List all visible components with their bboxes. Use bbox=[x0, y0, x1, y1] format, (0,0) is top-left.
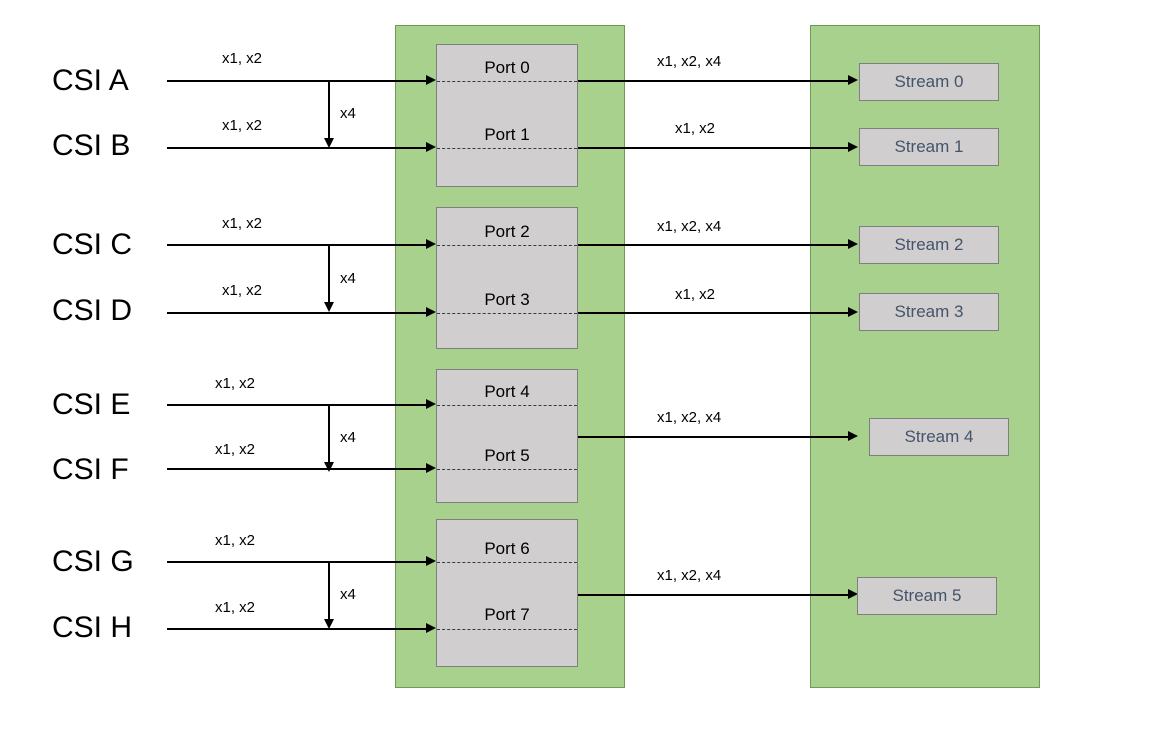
combine-label-1: x4 bbox=[340, 105, 356, 122]
input-arrowhead-a bbox=[426, 75, 436, 85]
port-divider-0 bbox=[437, 81, 577, 82]
csi-label-e: CSI E bbox=[52, 388, 131, 421]
output-arrowhead-3 bbox=[848, 307, 858, 317]
stream-box-1[interactable]: Stream 1 bbox=[859, 128, 999, 166]
input-line-d bbox=[167, 312, 429, 314]
port-group-0[interactable]: Port 0 Port 1 bbox=[436, 44, 578, 187]
input-line-a bbox=[167, 80, 429, 82]
combine-arrowhead-2 bbox=[324, 302, 334, 312]
output-lane-label-3: x1, x2 bbox=[675, 286, 716, 303]
combine-label-2: x4 bbox=[340, 270, 356, 287]
output-arrowhead-2 bbox=[848, 239, 858, 249]
output-line-4 bbox=[578, 436, 850, 438]
csi-label-h: CSI H bbox=[52, 611, 133, 644]
input-line-g bbox=[167, 561, 429, 563]
combine-arrowhead-3 bbox=[324, 462, 334, 472]
input-arrowhead-e bbox=[426, 399, 436, 409]
input-line-c bbox=[167, 244, 429, 246]
csi-label-d: CSI D bbox=[52, 294, 133, 327]
output-line-5 bbox=[578, 594, 850, 596]
input-lane-label-c: x1, x2 bbox=[222, 215, 263, 232]
csi-label-b: CSI B bbox=[52, 129, 131, 162]
stream-box-0[interactable]: Stream 0 bbox=[859, 63, 999, 101]
port-divider-2 bbox=[437, 245, 577, 246]
input-lane-label-d: x1, x2 bbox=[222, 282, 263, 299]
input-arrowhead-f bbox=[426, 463, 436, 473]
combine-arrowhead-4 bbox=[324, 619, 334, 629]
input-arrowhead-b bbox=[426, 142, 436, 152]
combine-line-3 bbox=[328, 404, 330, 462]
output-lane-label-1: x1, x2 bbox=[675, 120, 716, 137]
input-arrowhead-g bbox=[426, 556, 436, 566]
input-arrowhead-d bbox=[426, 307, 436, 317]
port-divider-7 bbox=[437, 629, 577, 630]
csi-label-c: CSI C bbox=[52, 228, 133, 261]
port-label-2: Port 2 bbox=[484, 222, 530, 241]
output-arrowhead-0 bbox=[848, 75, 858, 85]
port-divider-3 bbox=[437, 313, 577, 314]
input-line-f bbox=[167, 468, 429, 470]
stream-box-2[interactable]: Stream 2 bbox=[859, 226, 999, 264]
input-arrowhead-h bbox=[426, 623, 436, 633]
port-group-1[interactable]: Port 2 Port 3 bbox=[436, 207, 578, 349]
input-lane-label-a: x1, x2 bbox=[222, 50, 263, 67]
port-label-6: Port 6 bbox=[484, 539, 530, 558]
input-line-b bbox=[167, 147, 429, 149]
port-group-2[interactable]: Port 4 Port 5 bbox=[436, 369, 578, 503]
output-lane-label-4: x1, x2, x4 bbox=[657, 409, 722, 426]
stream-box-5[interactable]: Stream 5 bbox=[857, 577, 997, 615]
output-line-3 bbox=[578, 312, 850, 314]
port-divider-6 bbox=[437, 562, 577, 563]
csi-label-a: CSI A bbox=[52, 64, 129, 97]
input-lane-label-h: x1, x2 bbox=[215, 599, 256, 616]
stream-box-4[interactable]: Stream 4 bbox=[869, 418, 1009, 456]
output-line-0 bbox=[578, 80, 850, 82]
output-lane-label-2: x1, x2, x4 bbox=[657, 218, 722, 235]
port-divider-1 bbox=[437, 148, 577, 149]
port-group-3[interactable]: Port 6 Port 7 bbox=[436, 519, 578, 667]
input-lane-label-g: x1, x2 bbox=[215, 532, 256, 549]
csi-label-f: CSI F bbox=[52, 453, 129, 486]
csi-label-g: CSI G bbox=[52, 545, 134, 578]
input-lane-label-e: x1, x2 bbox=[215, 375, 256, 392]
combine-arrowhead-1 bbox=[324, 138, 334, 148]
port-label-5: Port 5 bbox=[484, 446, 530, 465]
port-label-1: Port 1 bbox=[484, 125, 530, 144]
port-label-3: Port 3 bbox=[484, 290, 530, 309]
port-divider-4 bbox=[437, 405, 577, 406]
input-arrowhead-c bbox=[426, 239, 436, 249]
combine-label-3: x4 bbox=[340, 429, 356, 446]
stream-box-3[interactable]: Stream 3 bbox=[859, 293, 999, 331]
port-label-7: Port 7 bbox=[484, 605, 530, 624]
port-label-0: Port 0 bbox=[484, 58, 530, 77]
output-arrowhead-4 bbox=[848, 431, 858, 441]
input-lane-label-f: x1, x2 bbox=[215, 441, 256, 458]
input-line-e bbox=[167, 404, 429, 406]
combine-line-1 bbox=[328, 80, 330, 138]
input-line-h bbox=[167, 628, 429, 630]
port-divider-5 bbox=[437, 469, 577, 470]
output-line-1 bbox=[578, 147, 850, 149]
port-label-4: Port 4 bbox=[484, 382, 530, 401]
input-lane-label-b: x1, x2 bbox=[222, 117, 263, 134]
combine-line-4 bbox=[328, 561, 330, 619]
output-lane-label-5: x1, x2, x4 bbox=[657, 567, 722, 584]
output-arrowhead-1 bbox=[848, 142, 858, 152]
output-lane-label-0: x1, x2, x4 bbox=[657, 53, 722, 70]
diagram-canvas: CSI A CSI B CSI C CSI D CSI E CSI F CSI … bbox=[0, 0, 1152, 735]
output-line-2 bbox=[578, 244, 850, 246]
combine-line-2 bbox=[328, 244, 330, 302]
combine-label-4: x4 bbox=[340, 586, 356, 603]
